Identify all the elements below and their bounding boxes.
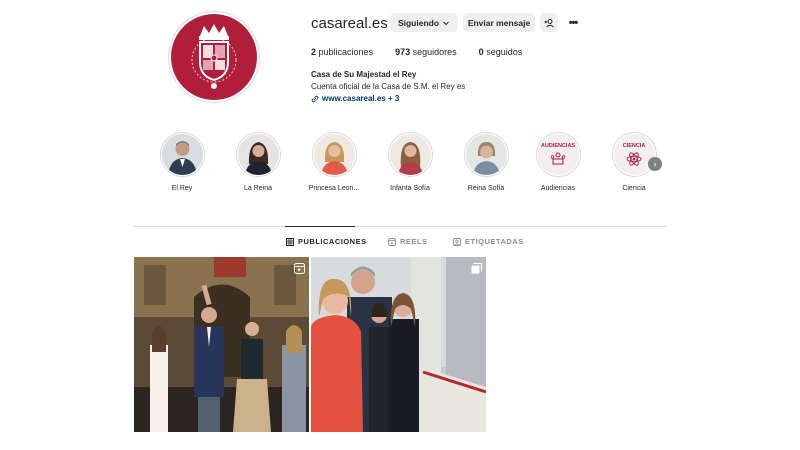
highlight-reina-sofia[interactable]: Reina Sofía [454,132,518,192]
highlight-cover [463,132,509,177]
post-thumbnail[interactable] [134,257,309,432]
reels-icon [388,237,396,246]
highlight-label: La Reina [243,185,273,192]
highlight-cover [311,132,357,177]
highlight-label: El Rey [171,185,193,192]
highlight-cover-text: AUDIENCIAS [540,143,576,149]
highlight-label: Reina Sofía [467,185,505,192]
tab-publicaciones[interactable]: PUBLICACIONES [286,237,367,246]
highlight-label: Infanta Sofía [390,185,430,192]
followers-count: 973 [395,47,411,57]
highlight-infanta-sofia[interactable]: Infanta Sofía [378,132,442,192]
send-message-button[interactable]: Enviar mensaje [463,13,535,32]
tabs-divider [134,226,666,227]
followers-label: seguidores [412,47,457,57]
tab-reels[interactable]: REELS [388,237,428,246]
tab-label: ETIQUETADAS [465,237,524,246]
following-label-stat: seguidos [486,47,523,57]
grid-icon [286,237,294,246]
highlight-label: Audiencias [540,185,576,192]
people-meeting-icon [550,152,566,165]
post-thumbnail[interactable] [311,257,486,432]
suggested-accounts-button[interactable] [540,13,558,32]
royal-coat-of-arms-logo [171,14,257,100]
atom-icon [626,151,642,166]
profile-stats: 2 publicaciones 973 seguidores 0 seguido… [311,47,544,57]
add-person-icon [544,18,554,27]
tab-label: PUBLICACIONES [298,237,367,246]
chevron-down-icon [443,21,449,25]
posts-stat: 2 publicaciones [311,47,373,57]
highlight-la-reina[interactable]: La Reina [226,132,290,192]
carousel-badge-icon [471,261,482,279]
highlight-cover [387,132,433,177]
following-label: Siguiendo [397,17,440,28]
more-options-icon[interactable]: ••• [566,13,580,32]
bio-name: Casa de Su Majestad el Rey [311,70,417,79]
active-tab-indicator [285,226,355,227]
following-button[interactable]: Siguiendo [390,13,458,32]
following-stat[interactable]: 0 seguidos [479,47,523,57]
following-count: 0 [478,47,484,57]
highlight-label: Ciencia [622,185,646,192]
royal-family-balcony-photo [134,257,309,432]
profile-avatar[interactable] [168,11,260,103]
highlight-cover: AUDIENCIAS [535,132,581,177]
bio-description: Cuenta oficial de la Casa de S.M. el Rey… [311,82,466,91]
highlight-audiencias[interactable]: AUDIENCIAS Audiencias [526,132,590,192]
bio-link-text: www.casareal.es + 3 [322,94,400,103]
bio-link[interactable]: www.casareal.es + 3 [311,93,465,105]
highlight-cover [159,132,205,177]
highlight-cover [235,132,281,177]
highlights-next-chevron-icon[interactable]: › [648,157,662,171]
highlight-cover: CIENCIA [611,132,657,177]
posts-count: 2 [311,47,317,57]
tagged-icon [453,237,461,246]
highlight-cover-text: CIENCIA [622,142,646,149]
username: casareal.es [311,14,388,32]
tab-etiquetadas[interactable]: ETIQUETADAS [453,237,524,246]
royal-family-portrait-photo [311,257,486,432]
link-icon [311,95,319,103]
highlight-el-rey[interactable]: El Rey [150,132,214,192]
posts-label: publicaciones [318,47,374,57]
highlight-princesa-leonor[interactable]: Princesa Leon... [302,132,366,192]
send-message-label: Enviar mensaje [467,17,531,28]
tab-label: REELS [400,237,428,246]
followers-stat[interactable]: 973 seguidores [395,47,457,57]
reel-badge-icon [294,261,305,279]
profile-bio: Casa de Su Majestad el Rey Cuenta oficia… [311,69,465,105]
highlight-label: Princesa Leon... [308,185,360,192]
